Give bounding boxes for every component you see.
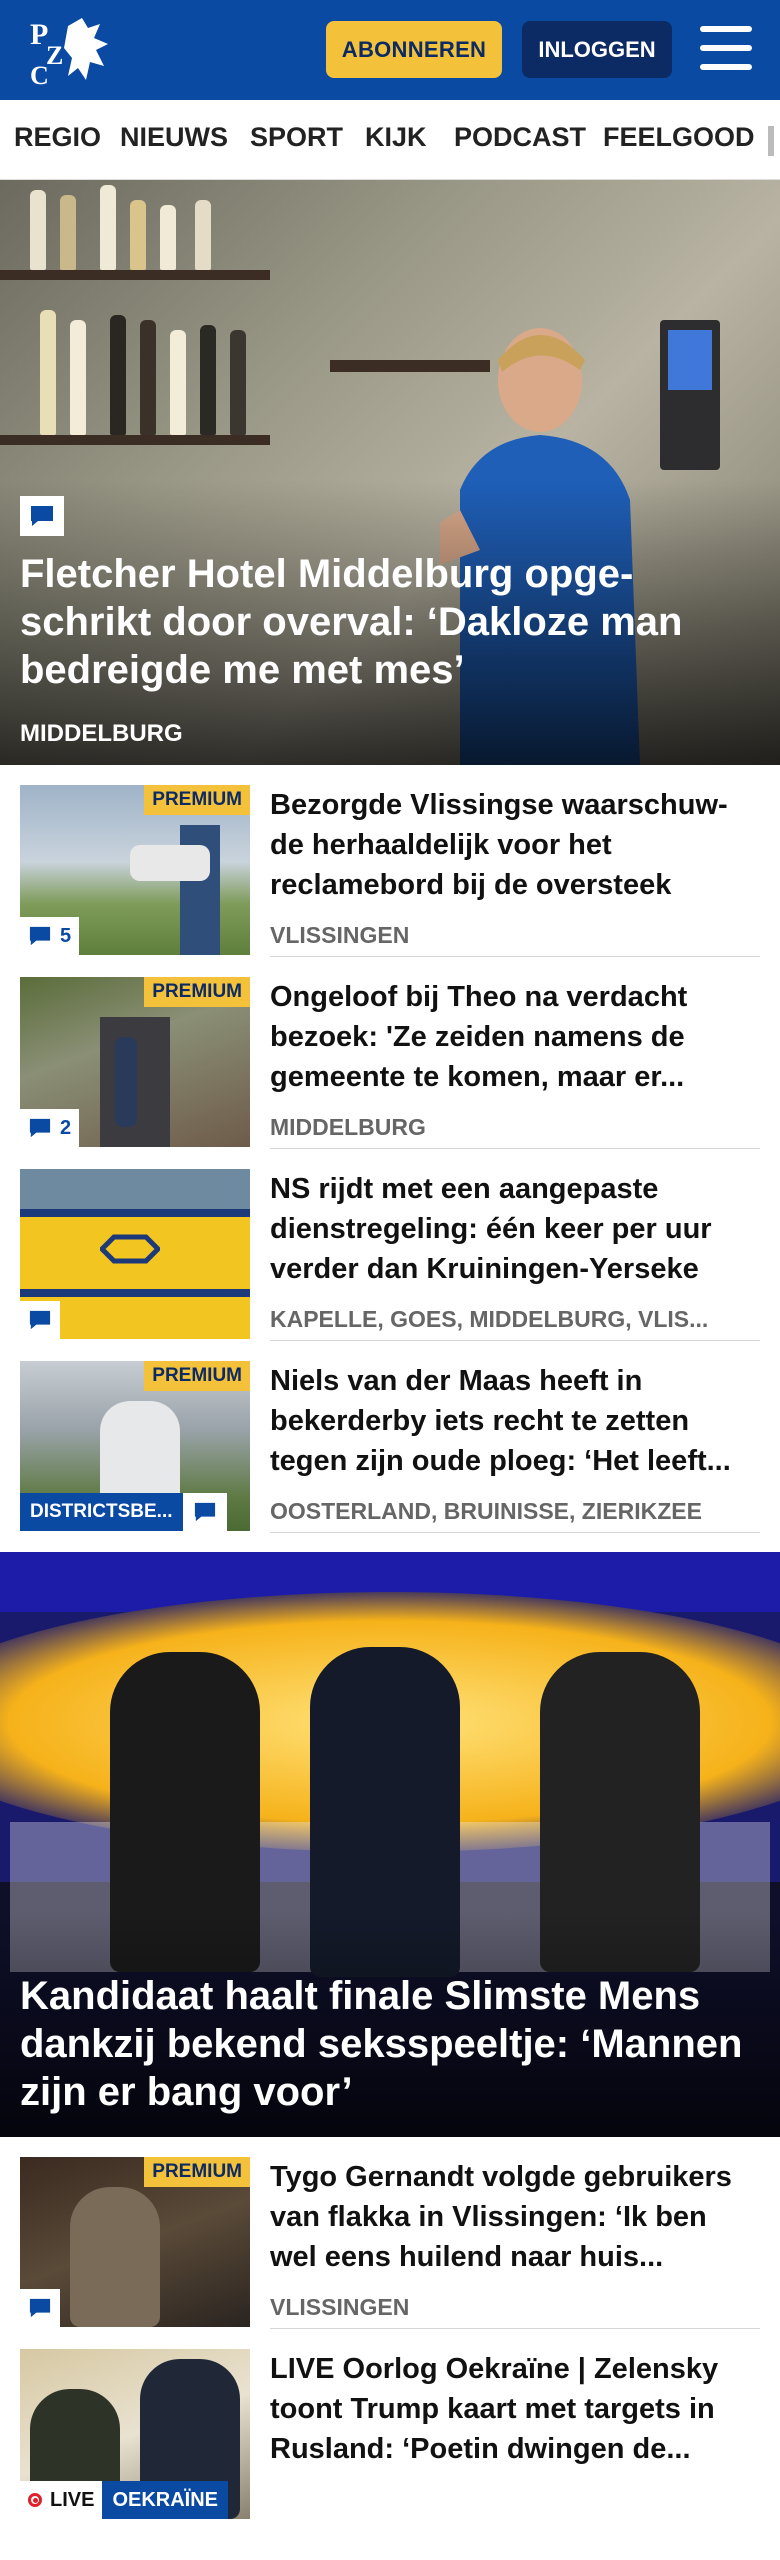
- bottle: [160, 205, 176, 270]
- nav-item-feelgood[interactable]: FEELGOOD: [603, 122, 755, 153]
- live-badge: LIVE OEKRAÏNE: [20, 2481, 229, 2519]
- coffee-machine: [660, 320, 720, 470]
- top-bar: P Z C ABONNEREN INLOGGEN: [0, 0, 780, 100]
- comment-icon: [182, 1493, 227, 1531]
- article-thumbnail: [20, 1169, 250, 1339]
- nav-overflow-indicator: [768, 126, 774, 156]
- comment-count: [20, 2289, 60, 2327]
- article-title[interactable]: Niels van der Maas heeft in bekerderby i…: [270, 1361, 740, 1481]
- article-thumbnail: PREMIUM 5: [20, 785, 250, 955]
- premium-badge: PREMIUM: [144, 2157, 250, 2187]
- nav-item-regio[interactable]: REGIO: [14, 122, 101, 153]
- hamburger-menu-icon[interactable]: [700, 26, 752, 70]
- train-window: [20, 1169, 250, 1209]
- category-badge: DISTRICTSBE...: [20, 1493, 183, 1531]
- pzc-logo[interactable]: P Z C: [28, 14, 112, 90]
- person-figure: [70, 2187, 160, 2327]
- list-item[interactable]: PREMIUM 2 Ongeloof bij Theo na verdacht …: [0, 957, 780, 1149]
- premium-badge: PREMIUM: [144, 977, 250, 1007]
- nav-item-nieuws[interactable]: NIEUWS: [120, 122, 228, 153]
- train-stripe: [20, 1289, 250, 1297]
- hero-article[interactable]: Fletcher Hotel Middelburg opge­schrikt d…: [0, 180, 780, 765]
- article-title[interactable]: Tygo Gernandt volgde gebruikers van flak…: [270, 2157, 740, 2277]
- article-title[interactable]: Bezorgde Vlissingse waarschuw­de herhaal…: [270, 785, 740, 905]
- subscribe-button[interactable]: ABONNEREN: [326, 21, 502, 78]
- article-location: KAPELLE, GOES, MIDDELBURG, VLIS...: [270, 1306, 709, 1332]
- train-stripe: [20, 1209, 250, 1217]
- hero-title[interactable]: Fletcher Hotel Middelburg opge­schrikt d…: [20, 550, 740, 694]
- article-title[interactable]: LIVE Oorlog Oekraïne | Zelensky toont Tr…: [270, 2349, 740, 2469]
- bottle: [100, 185, 116, 270]
- comment-count: 5: [20, 917, 80, 955]
- comment-icon: [29, 2298, 51, 2318]
- hero-article[interactable]: Kandidaat haalt finale Slimste Mens dank…: [0, 1552, 780, 2137]
- live-topic-badge: OEKRAÏNE: [102, 2481, 229, 2519]
- comment-count: 2: [20, 1109, 80, 1147]
- article-location: OOSTERLAND, BRUINISSE, ZIERIKZEE: [270, 1498, 702, 1524]
- article-title[interactable]: Ongeloof bij Theo na verdacht bezoek: 'Z…: [270, 977, 740, 1097]
- bottle: [140, 320, 156, 435]
- premium-badge: PREMIUM: [144, 1361, 250, 1391]
- article-thumbnail: LIVE OEKRAÏNE: [20, 2349, 250, 2519]
- shelf: [0, 270, 270, 280]
- list-item[interactable]: PREMIUM DISTRICTSBE... Niels van der Maa…: [0, 1341, 780, 1533]
- article-location: VLISSINGEN: [270, 2294, 410, 2320]
- bottle: [130, 200, 146, 270]
- article-thumbnail: PREMIUM: [20, 2157, 250, 2327]
- article-title[interactable]: NS rijdt met een aangepaste dienstregeli…: [270, 1169, 740, 1289]
- shelf: [0, 435, 270, 445]
- article-thumbnail: PREMIUM 2: [20, 977, 250, 1147]
- thumb-badges: DISTRICTSBE...: [20, 1493, 227, 1531]
- bottle: [40, 310, 56, 435]
- ns-logo-icon: [98, 1229, 162, 1269]
- divider: [270, 1532, 760, 1533]
- article-location: MIDDELBURG: [270, 1114, 426, 1140]
- bottle: [30, 190, 46, 270]
- bottle: [70, 320, 86, 435]
- article-location: VLISSINGEN: [270, 922, 410, 948]
- section-nav: REGIO NIEUWS SPORT KIJK PODCAST FEELGOOD: [0, 100, 780, 180]
- comment-icon: [29, 926, 51, 946]
- hero-location-tag: MIDDELBURG: [20, 720, 183, 747]
- list-item[interactable]: LIVE OEKRAÏNE LIVE Oorlog Oekraïne | Zel…: [0, 2329, 780, 2560]
- bottle: [195, 200, 211, 270]
- list-item[interactable]: NS rijdt met een aangepaste dienstregeli…: [0, 1149, 780, 1341]
- nav-item-kijk[interactable]: KIJK: [365, 122, 427, 153]
- person-figure: [115, 1037, 137, 1127]
- comment-icon: [29, 1310, 51, 1330]
- article-thumbnail: PREMIUM DISTRICTSBE...: [20, 1361, 250, 1531]
- comment-icon: [20, 496, 64, 536]
- bottle: [170, 330, 186, 435]
- comment-count: [20, 1301, 60, 1339]
- car-shape: [130, 845, 210, 881]
- bottle: [110, 315, 126, 435]
- comment-icon: [29, 1118, 51, 1138]
- live-dot-icon: [28, 2493, 42, 2507]
- list-item[interactable]: PREMIUM 5 Bezorgde Vlissingse waarschuw­…: [0, 765, 780, 957]
- login-button[interactable]: INLOGGEN: [522, 21, 672, 78]
- bottle: [230, 330, 246, 435]
- bottle: [200, 325, 216, 435]
- nav-item-sport[interactable]: SPORT: [250, 122, 343, 153]
- hero-title[interactable]: Kandidaat haalt finale Slimste Mens dank…: [20, 1972, 760, 2116]
- list-item[interactable]: PREMIUM Tygo Gernandt volgde gebruikers …: [0, 2137, 780, 2329]
- svg-text:C: C: [30, 61, 49, 86]
- nav-item-podcast[interactable]: PODCAST: [454, 122, 586, 153]
- premium-badge: PREMIUM: [144, 785, 250, 815]
- bottle: [60, 195, 76, 270]
